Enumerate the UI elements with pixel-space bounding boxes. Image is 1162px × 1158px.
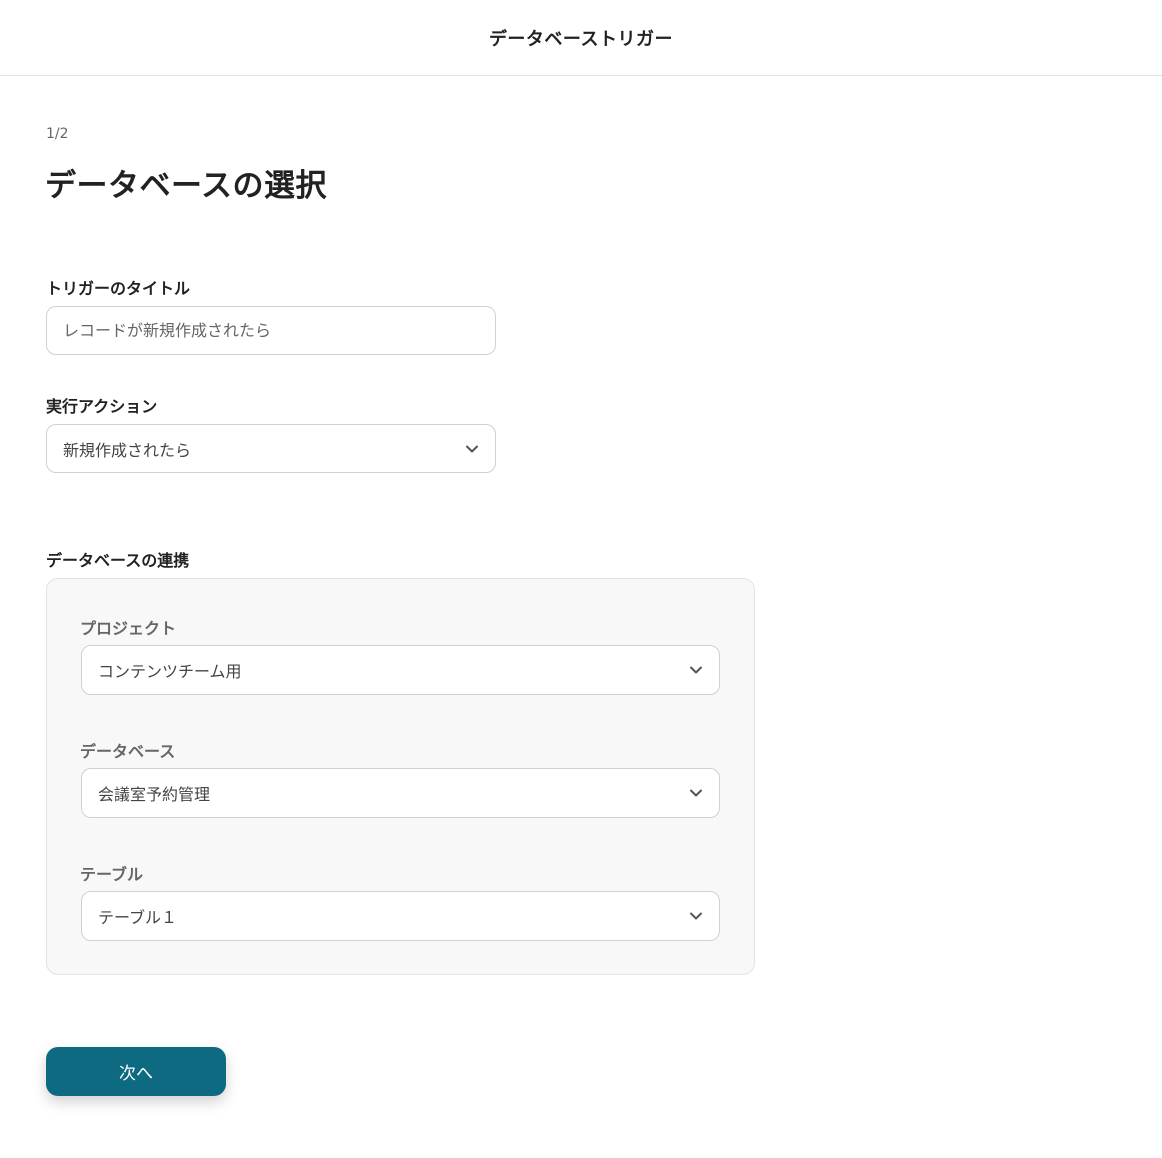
table-label: テーブル bbox=[80, 865, 144, 884]
next-button[interactable]: 次へ bbox=[46, 1047, 226, 1096]
trigger-title-input[interactable] bbox=[46, 306, 496, 355]
chevron-down-icon bbox=[689, 663, 703, 677]
table-select-value: テーブル１ bbox=[98, 908, 178, 927]
page-header: データベーストリガー bbox=[0, 0, 1162, 76]
action-select-value: 新規作成されたら bbox=[63, 440, 192, 460]
step-indicator: 1/2 bbox=[46, 126, 69, 142]
database-select-value: 会議室予約管理 bbox=[98, 785, 211, 804]
db-link-label: データベースの連携 bbox=[46, 551, 190, 570]
page-title: データベースの選択 bbox=[45, 168, 327, 204]
database-select[interactable]: 会議室予約管理 bbox=[81, 768, 720, 818]
header-title: データベーストリガー bbox=[488, 28, 674, 50]
table-select[interactable]: テーブル１ bbox=[81, 891, 720, 941]
trigger-title-label: トリガーのタイトル bbox=[46, 279, 191, 298]
chevron-down-icon bbox=[689, 786, 703, 800]
db-link-panel: プロジェクト コンテンツチーム用 データベース 会議室予約管理 テーブル テーブ… bbox=[46, 578, 755, 975]
project-select[interactable]: コンテンツチーム用 bbox=[81, 645, 720, 695]
action-select[interactable]: 新規作成されたら bbox=[46, 424, 496, 473]
project-label: プロジェクト bbox=[80, 619, 177, 638]
chevron-down-icon bbox=[689, 909, 703, 923]
database-label: データベース bbox=[80, 742, 176, 761]
chevron-down-icon bbox=[465, 442, 479, 456]
project-select-value: コンテンツチーム用 bbox=[98, 662, 242, 681]
action-label: 実行アクション bbox=[46, 397, 158, 416]
